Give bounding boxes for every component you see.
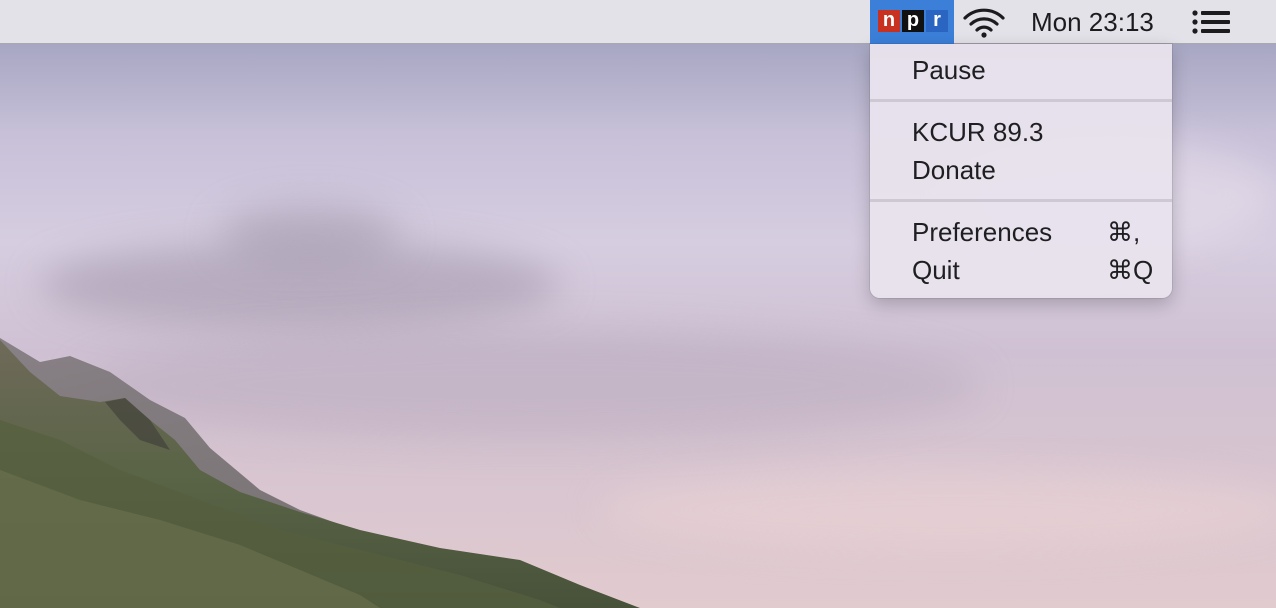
quit-shortcut: ⌘Q	[1107, 255, 1154, 285]
npr-status-item[interactable]: n p r	[870, 0, 954, 44]
menu-item-pause[interactable]: Pause	[912, 52, 986, 88]
npr-icon: n p r	[878, 10, 948, 32]
menu-item-donate[interactable]: Donate	[912, 152, 996, 188]
preferences-shortcut: ⌘,	[1107, 217, 1141, 247]
npr-logo-p: p	[902, 10, 924, 32]
menu-item-preferences[interactable]: Preferences	[912, 214, 1052, 250]
menu-item-quit[interactable]: Quit	[912, 252, 960, 288]
menu-item-station[interactable]: KCUR 89.3	[912, 114, 1044, 150]
menubar-clock[interactable]: Mon 23:13	[1031, 0, 1154, 44]
menu-bar: n p r Mon 23:13	[0, 0, 1276, 44]
notification-center-icon[interactable]	[1190, 9, 1232, 35]
npr-logo-r: r	[926, 10, 948, 32]
wifi-icon[interactable]	[962, 6, 1006, 38]
npr-logo-n: n	[878, 10, 900, 32]
menu-separator	[870, 199, 1172, 202]
npr-dropdown-menu: Pause KCUR 89.3 Donate Preferences ⌘, Qu…	[870, 44, 1172, 298]
menu-separator	[870, 99, 1172, 102]
